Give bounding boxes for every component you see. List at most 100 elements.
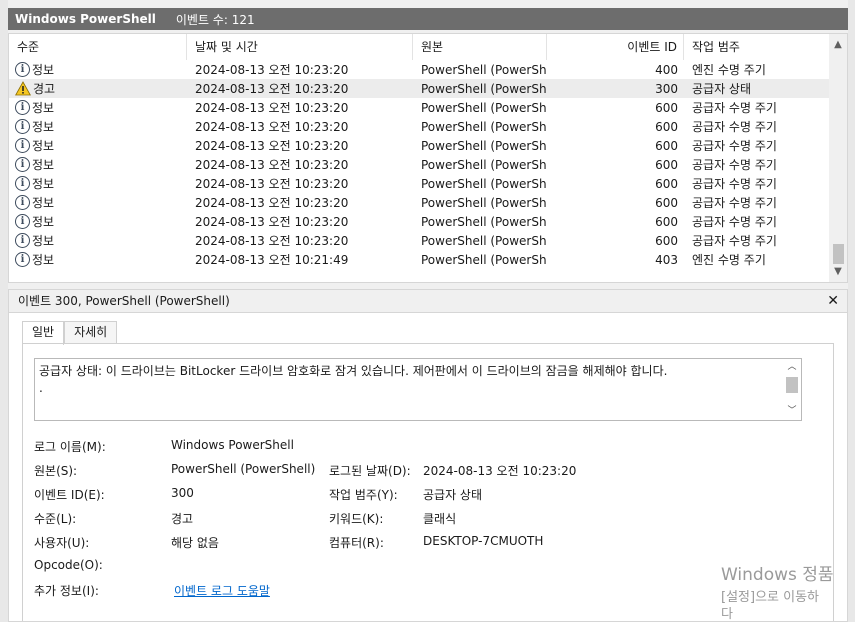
log-name-label: 로그 이름(M): — [34, 440, 106, 454]
category-cell: 공급자 수명 주기 — [692, 234, 777, 248]
tab-details[interactable]: 자세히 — [64, 321, 118, 344]
level-cell: i 정보 — [9, 194, 187, 211]
category-cell: 공급자 수명 주기 — [692, 120, 777, 134]
chevron-down-icon[interactable]: ﹀ — [783, 403, 801, 419]
event-description-box[interactable]: 공급자 상태: 이 드라이브는 BitLocker 드라이브 암호화로 잠겨 있… — [34, 358, 802, 421]
opcode-label: Opcode(O): — [34, 558, 103, 572]
more-info-label: 추가 정보(I): — [34, 584, 99, 598]
chevron-up-icon[interactable]: ︿ — [783, 359, 801, 375]
event-id-cell: 600 — [655, 157, 678, 172]
level-cell: i 정보 — [9, 156, 187, 173]
event-detail-title: 이벤트 300, PowerShell (PowerShell) — [18, 294, 230, 308]
info-icon: i — [15, 157, 30, 172]
event-list-header: 수준 날짜 및 시간 원본 이벤트 ID 작업 범주 — [9, 34, 829, 60]
table-row[interactable]: i 정보 2024-08-13 오전 10:23:20 PowerShell (Pow… — [9, 174, 829, 193]
category-cell: 공급자 수명 주기 — [692, 158, 777, 172]
datetime-cell: 2024-08-13 오전 10:23:20 — [195, 63, 349, 77]
activation-watermark: Windows 정품 [설정]으로 이동하 다 — [721, 565, 834, 623]
description-scrollbar[interactable]: ︿ ﹀ — [783, 359, 801, 420]
table-row[interactable]: i 정보 2024-08-13 오전 10:23:20 PowerShell (Pow… — [9, 136, 829, 155]
info-icon: i — [15, 233, 30, 248]
datetime-cell: 2024-08-13 오전 10:23:20 — [195, 177, 349, 191]
datetime-cell: 2024-08-13 오전 10:23:20 — [195, 82, 349, 96]
info-icon: i — [15, 195, 30, 210]
level-text: 정보 — [32, 234, 55, 248]
column-header-category[interactable]: 작업 범주 — [684, 34, 824, 60]
column-header-datetime[interactable]: 날짜 및 시간 — [187, 34, 413, 60]
category-cell: 공급자 상태 — [692, 82, 752, 96]
scroll-up-arrow-icon[interactable]: ▲ — [829, 36, 847, 54]
table-row[interactable]: i 정보 2024-08-13 오전 10:23:20 PowerShell (Pow… — [9, 193, 829, 212]
tab-general[interactable]: 일반 — [22, 321, 65, 345]
level-text: 정보 — [32, 158, 55, 172]
column-header-level[interactable]: 수준 — [9, 34, 187, 60]
task-category-value: 공급자 상태 — [423, 488, 483, 502]
detail-tabs: 일반 자세히 — [22, 321, 118, 345]
level-cell: i 정보 — [9, 213, 187, 230]
close-icon[interactable]: ✕ — [827, 290, 839, 313]
source-cell: PowerShell (PowerSh... — [421, 81, 547, 96]
datetime-cell: 2024-08-13 오전 10:23:20 — [195, 101, 349, 115]
category-cell: 공급자 수명 주기 — [692, 139, 777, 153]
level-text: 정보 — [32, 101, 55, 115]
datetime-cell: 2024-08-13 오전 10:23:20 — [195, 234, 349, 248]
source-value: PowerShell (PowerShell) — [171, 462, 316, 476]
info-icon: i — [15, 62, 30, 77]
category-cell: 공급자 수명 주기 — [692, 196, 777, 210]
info-icon: i — [15, 100, 30, 115]
table-row[interactable]: i 정보 2024-08-13 오전 10:23:20 PowerShell (Pow… — [9, 155, 829, 174]
table-row[interactable]: i 정보 2024-08-13 오전 10:23:20 PowerShell (Pow… — [9, 231, 829, 250]
source-cell: PowerShell (PowerSh... — [421, 62, 547, 77]
category-cell: 엔진 수명 주기 — [692, 63, 766, 77]
table-row[interactable]: i 정보 2024-08-13 오전 10:23:20 PowerShell (Pow… — [9, 117, 829, 136]
info-icon: i — [15, 252, 30, 267]
event-id-cell: 600 — [655, 214, 678, 229]
datetime-cell: 2024-08-13 오전 10:21:49 — [195, 253, 349, 267]
table-row[interactable]: 경고 2024-08-13 오전 10:23:20 PowerShell (Powe… — [9, 79, 829, 98]
event-detail-header: 이벤트 300, PowerShell (PowerShell) ✕ — [9, 290, 847, 313]
event-description[interactable]: 공급자 상태: 이 드라이브는 BitLocker 드라이브 암호화로 잠겨 있… — [39, 364, 779, 379]
level-text: 정보 — [32, 196, 55, 210]
datetime-cell: 2024-08-13 오전 10:23:20 — [195, 139, 349, 153]
watermark-line-2: [설정]으로 이동하 — [721, 590, 819, 605]
level-value: 경고 — [171, 512, 194, 526]
scrollbar-thumb[interactable] — [833, 244, 844, 264]
table-row[interactable]: i 정보 2024-08-13 오전 10:23:20 PowerShell (Pow… — [9, 98, 829, 117]
event-id-cell: 600 — [655, 100, 678, 115]
event-id-cell: 403 — [655, 252, 678, 267]
level-cell: i 정보 — [9, 175, 187, 192]
table-row[interactable]: i 정보 2024-08-13 오전 10:21:49 PowerShell (Pow… — [9, 250, 829, 269]
level-text: 정보 — [32, 177, 55, 191]
computer-value: DESKTOP-7CMUOTH — [423, 534, 544, 548]
event-id-cell: 600 — [655, 195, 678, 210]
event-viewer-window: Windows PowerShell 이벤트 수: 121 수준 날짜 및 시간… — [0, 0, 855, 622]
level-text: 정보 — [32, 253, 55, 267]
level-cell: i 정보 — [9, 232, 187, 249]
info-icon: i — [15, 138, 30, 153]
table-row[interactable]: i 정보 2024-08-13 오전 10:23:20 PowerShell (Pow… — [9, 212, 829, 231]
category-cell: 공급자 수명 주기 — [692, 101, 777, 115]
description-scrollbar-thumb[interactable] — [786, 377, 798, 393]
event-id-cell: 600 — [655, 176, 678, 191]
watermark-line-3: 다 — [721, 607, 733, 622]
datetime-cell: 2024-08-13 오전 10:23:20 — [195, 196, 349, 210]
source-label: 원본(S): — [34, 464, 78, 478]
event-list-scrollbar[interactable]: ▲ ▼ — [829, 34, 847, 282]
source-cell: PowerShell (PowerSh... — [421, 100, 547, 115]
event-id-cell: 600 — [655, 233, 678, 248]
source-cell: PowerShell (PowerSh... — [421, 233, 547, 248]
event-list[interactable]: 수준 날짜 및 시간 원본 이벤트 ID 작업 범주 i 정보 2024-08-13… — [8, 33, 848, 283]
column-header-event-id[interactable]: 이벤트 ID — [547, 34, 684, 60]
event-id-label: 이벤트 ID(E): — [34, 488, 105, 502]
logged-date-label: 로그된 날짜(D): — [329, 464, 411, 478]
level-cell: i 정보 — [9, 137, 187, 154]
column-header-source[interactable]: 원본 — [413, 34, 547, 60]
event-log-help-link[interactable]: 이벤트 로그 도움말 — [174, 582, 270, 599]
logged-date-value: 2024-08-13 오전 10:23:20 — [423, 464, 577, 478]
level-text: 정보 — [32, 63, 55, 77]
level-cell: i 정보 — [9, 99, 187, 116]
scroll-down-arrow-icon[interactable]: ▼ — [829, 263, 847, 281]
table-row[interactable]: i 정보 2024-08-13 오전 10:23:20 PowerShell (Pow… — [9, 60, 829, 79]
computer-label: 컴퓨터(R): — [329, 536, 384, 550]
level-text: 정보 — [32, 120, 55, 134]
